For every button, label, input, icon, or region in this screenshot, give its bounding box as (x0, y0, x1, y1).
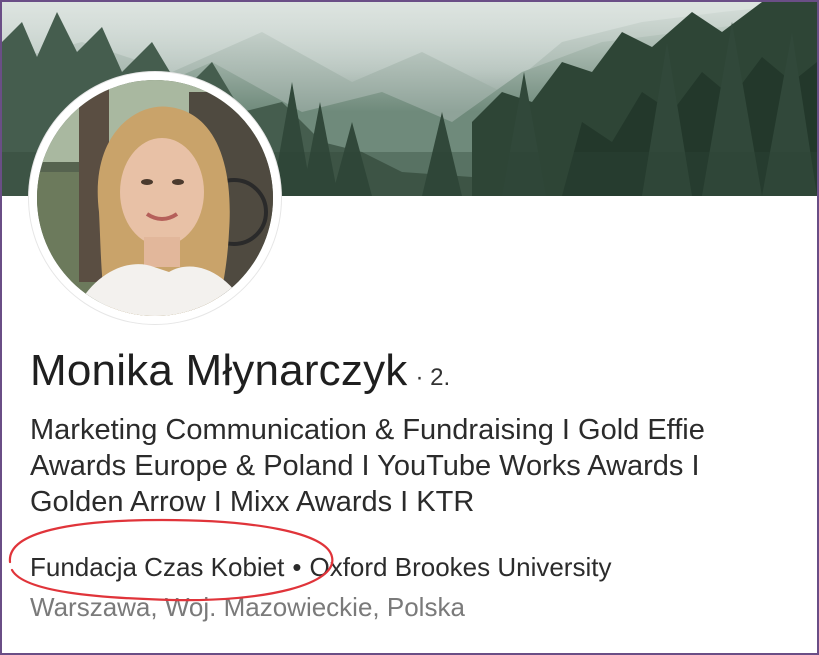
profile-name: Monika Młynarczyk (30, 346, 408, 395)
school-link[interactable]: Oxford Brookes University (309, 552, 611, 582)
profile-photo[interactable] (29, 72, 281, 324)
profile-affiliations: Fundacja Czas Kobiet • Oxford Brookes Univ… (30, 552, 611, 583)
name-row: Monika Młynarczyk · 2. (30, 346, 450, 396)
profile-headline: Marketing Communication & Fundraising I … (30, 414, 705, 518)
company-link[interactable]: Fundacja Czas Kobiet (30, 552, 284, 582)
profile-location: Warszawa, Woj. Mazowieckie, Polska (30, 592, 465, 622)
avatar (33, 76, 277, 320)
connection-degree: · 2. (415, 364, 451, 391)
separator: • (292, 552, 302, 582)
profile-card: Monika Młynarczyk · 2. Marketing Communi… (2, 2, 817, 653)
